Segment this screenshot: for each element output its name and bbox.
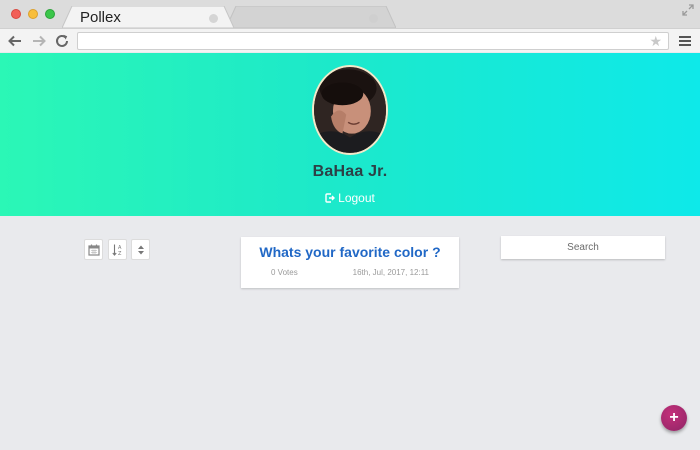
tab-close-icon[interactable] — [369, 14, 378, 23]
poll-question[interactable]: Whats your favorite color ? — [241, 244, 459, 260]
svg-text:Z: Z — [118, 251, 122, 256]
maximize-window-button[interactable] — [45, 9, 55, 19]
sort-by-date-button[interactable] — [84, 239, 103, 260]
calendar-icon — [88, 244, 100, 256]
sort-alphabetical-button[interactable]: A Z — [108, 239, 127, 260]
tab-close-icon[interactable] — [209, 14, 218, 23]
logout-icon — [325, 193, 336, 203]
logout-link[interactable]: Logout — [0, 191, 700, 205]
search-input[interactable] — [501, 236, 665, 259]
browser-chrome: Pollex ★ — [0, 0, 700, 52]
logout-label: Logout — [338, 191, 375, 205]
profile-header: BaHaa Jr. Logout — [0, 53, 700, 216]
avatar-photo — [314, 67, 386, 153]
sort-updown-icon — [138, 245, 144, 255]
back-arrow-icon[interactable] — [7, 33, 23, 49]
sort-order-button[interactable] — [131, 239, 150, 260]
browser-menu-icon[interactable] — [679, 36, 691, 46]
sort-alpha-icon: A Z — [112, 244, 122, 256]
browser-tab-active[interactable]: Pollex — [62, 6, 234, 28]
browser-tab-inactive[interactable] — [226, 6, 396, 28]
poll-vote-count: 0 Votes — [271, 268, 298, 277]
bookmark-star-icon[interactable]: ★ — [649, 33, 662, 50]
tab-strip: Pollex — [0, 0, 700, 28]
forward-arrow-icon[interactable] — [31, 33, 47, 49]
tab-title: Pollex — [80, 9, 121, 26]
user-name: BaHaa Jr. — [312, 163, 388, 180]
poll-card[interactable]: Whats your favorite color ? 0 Votes 16th… — [241, 237, 459, 288]
reload-icon[interactable] — [54, 33, 70, 49]
poll-date: 16th, Jul, 2017, 12:11 — [352, 268, 429, 277]
browser-toolbar: ★ — [0, 28, 700, 52]
address-bar[interactable]: ★ — [77, 32, 669, 50]
fullscreen-icon[interactable] — [682, 4, 694, 16]
avatar — [312, 65, 388, 155]
minimize-window-button[interactable] — [28, 9, 38, 19]
add-poll-button[interactable]: + — [661, 405, 687, 431]
close-window-button[interactable] — [11, 9, 21, 19]
